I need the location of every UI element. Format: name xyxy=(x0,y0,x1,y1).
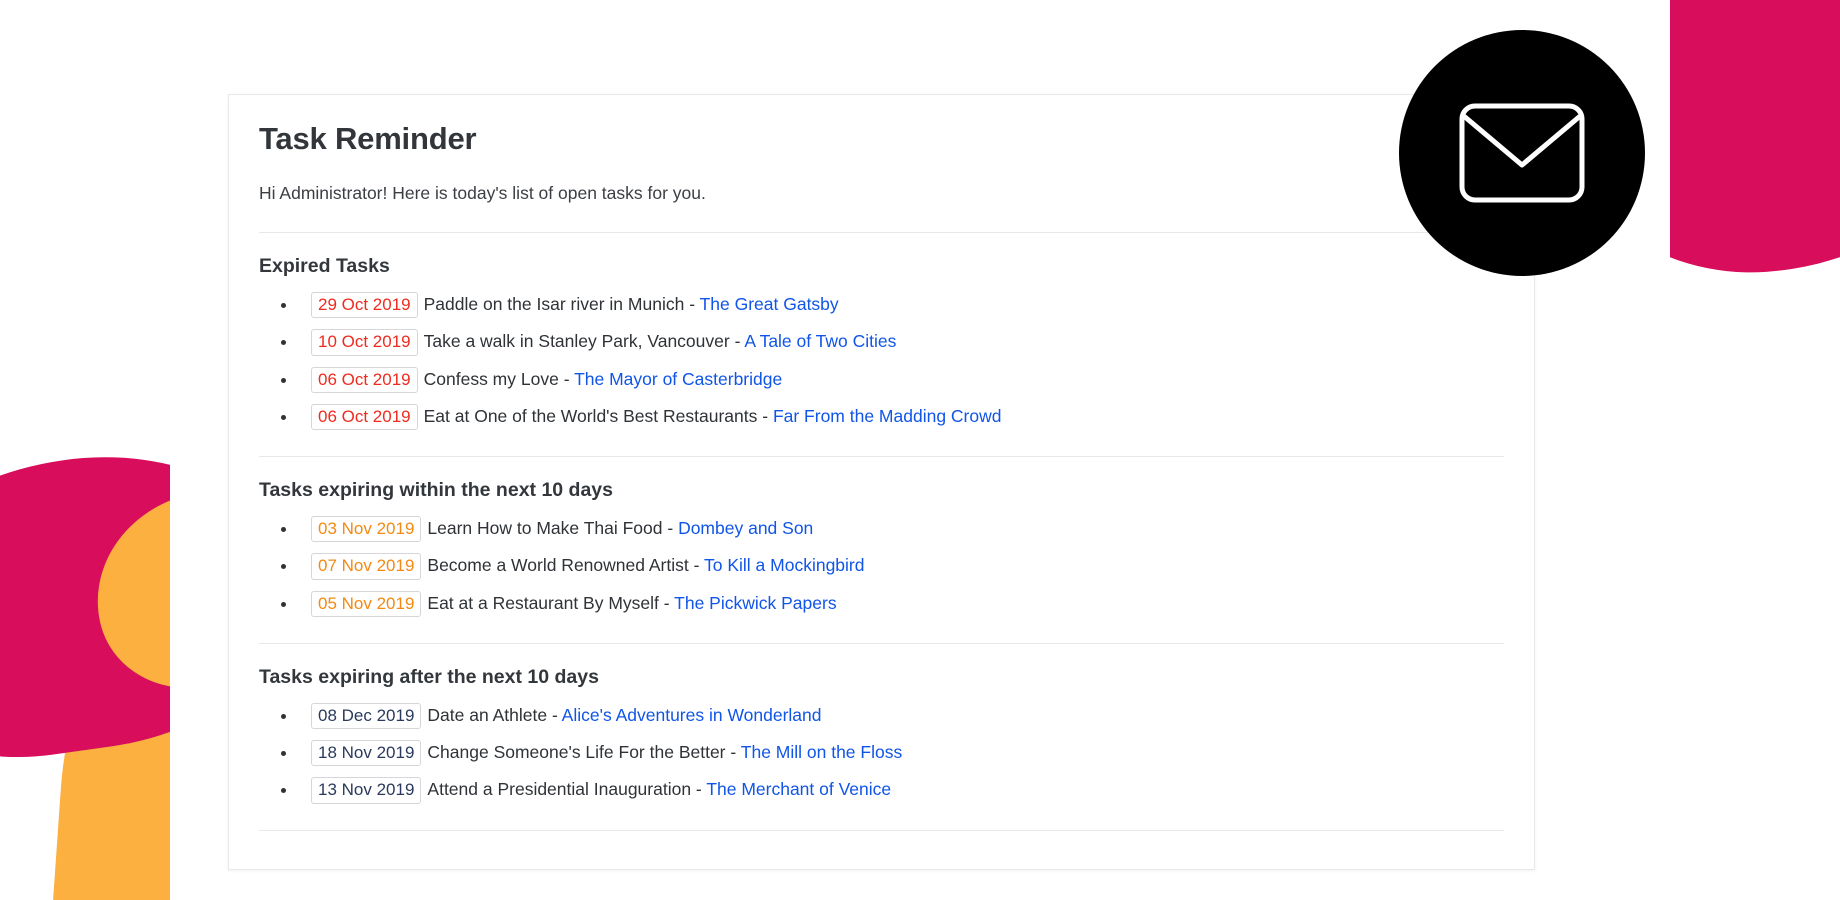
task-title: Eat at a Restaurant By Myself xyxy=(427,593,659,613)
task-separator: - xyxy=(730,331,745,351)
task-title: Attend a Presidential Inauguration xyxy=(427,779,691,799)
task-section: Tasks expiring after the next 10 days 08 … xyxy=(259,666,1504,804)
page-title: Task Reminder xyxy=(259,121,1504,157)
task-separator: - xyxy=(689,555,704,575)
list-item: 07 Nov 2019 Become a World Renowned Artis… xyxy=(259,553,1504,579)
due-date-badge: 05 Nov 2019 xyxy=(311,591,421,617)
list-item: 06 Oct 2019 Eat at One of the World's Bes… xyxy=(259,404,1504,430)
due-date-badge: 06 Oct 2019 xyxy=(311,404,418,430)
task-separator: - xyxy=(684,294,699,314)
due-date-badge: 06 Oct 2019 xyxy=(311,367,418,393)
task-link[interactable]: Far From the Madding Crowd xyxy=(773,406,1002,426)
task-link[interactable]: To Kill a Mockingbird xyxy=(704,555,864,575)
task-title: Date an Athlete xyxy=(427,705,547,725)
task-link[interactable]: A Tale of Two Cities xyxy=(744,331,896,351)
task-title: Learn How to Make Thai Food xyxy=(427,518,662,538)
task-separator: - xyxy=(547,705,562,725)
list-item: 29 Oct 2019 Paddle on the Isar river in M… xyxy=(259,292,1504,318)
section-divider xyxy=(259,456,1504,457)
task-link[interactable]: The Great Gatsby xyxy=(700,294,839,314)
task-link[interactable]: The Mayor of Casterbridge xyxy=(574,369,782,389)
footer-spacer xyxy=(259,831,1504,859)
task-section: Expired Tasks 29 Oct 2019 Paddle on the Is… xyxy=(259,255,1504,430)
list-item: 08 Dec 2019 Date an Athlete - Alice's Adv… xyxy=(259,703,1504,729)
section-heading: Expired Tasks xyxy=(259,255,1504,278)
due-date-badge: 08 Dec 2019 xyxy=(311,703,421,729)
task-separator: - xyxy=(757,406,773,426)
due-date-badge: 29 Oct 2019 xyxy=(311,292,418,318)
due-date-badge: 07 Nov 2019 xyxy=(311,553,421,579)
due-date-badge: 03 Nov 2019 xyxy=(311,516,421,542)
task-link[interactable]: The Merchant of Venice xyxy=(706,779,891,799)
task-title: Confess my Love xyxy=(424,369,559,389)
task-title: Paddle on the Isar river in Munich xyxy=(424,294,685,314)
task-link[interactable]: The Mill on the Floss xyxy=(741,742,902,762)
intro-text: Hi Administrator! Here is today's list o… xyxy=(259,183,1504,204)
list-item: 13 Nov 2019 Attend a Presidential Inaugur… xyxy=(259,777,1504,803)
task-title: Become a World Renowned Artist xyxy=(427,555,688,575)
task-title: Change Someone's Life For the Better xyxy=(427,742,725,762)
task-separator: - xyxy=(691,779,706,799)
task-sections: Expired Tasks 29 Oct 2019 Paddle on the Is… xyxy=(259,255,1504,804)
task-separator: - xyxy=(663,518,679,538)
task-link[interactable]: Dombey and Son xyxy=(678,518,813,538)
task-reminder-card: Task Reminder Hi Administrator! Here is … xyxy=(228,94,1535,870)
due-date-badge: 10 Oct 2019 xyxy=(311,329,418,355)
task-separator: - xyxy=(559,369,574,389)
page-stage: Task Reminder Hi Administrator! Here is … xyxy=(0,0,1840,900)
task-title: Eat at One of the World's Best Restauran… xyxy=(424,406,758,426)
envelope-icon xyxy=(1399,30,1645,276)
task-link[interactable]: The Pickwick Papers xyxy=(674,593,836,613)
section-divider xyxy=(259,643,1504,644)
section-heading: Tasks expiring within the next 10 days xyxy=(259,479,1504,502)
due-date-badge: 13 Nov 2019 xyxy=(311,777,421,803)
header-divider xyxy=(259,232,1504,233)
task-section: Tasks expiring within the next 10 days 03… xyxy=(259,479,1504,617)
task-list: 08 Dec 2019 Date an Athlete - Alice's Adv… xyxy=(259,703,1504,804)
task-separator: - xyxy=(659,593,674,613)
list-item: 18 Nov 2019 Change Someone's Life For the… xyxy=(259,740,1504,766)
task-list: 03 Nov 2019 Learn How to Make Thai Food -… xyxy=(259,516,1504,617)
list-item: 10 Oct 2019 Take a walk in Stanley Park, … xyxy=(259,329,1504,355)
list-item: 05 Nov 2019 Eat at a Restaurant By Myself… xyxy=(259,591,1504,617)
task-separator: - xyxy=(726,742,741,762)
list-item: 06 Oct 2019 Confess my Love - The Mayor o… xyxy=(259,367,1504,393)
section-heading: Tasks expiring after the next 10 days xyxy=(259,666,1504,689)
task-title: Take a walk in Stanley Park, Vancouver xyxy=(424,331,730,351)
list-item: 03 Nov 2019 Learn How to Make Thai Food -… xyxy=(259,516,1504,542)
due-date-badge: 18 Nov 2019 xyxy=(311,740,421,766)
task-link[interactable]: Alice's Adventures in Wonderland xyxy=(562,705,822,725)
task-list: 29 Oct 2019 Paddle on the Isar river in M… xyxy=(259,292,1504,430)
